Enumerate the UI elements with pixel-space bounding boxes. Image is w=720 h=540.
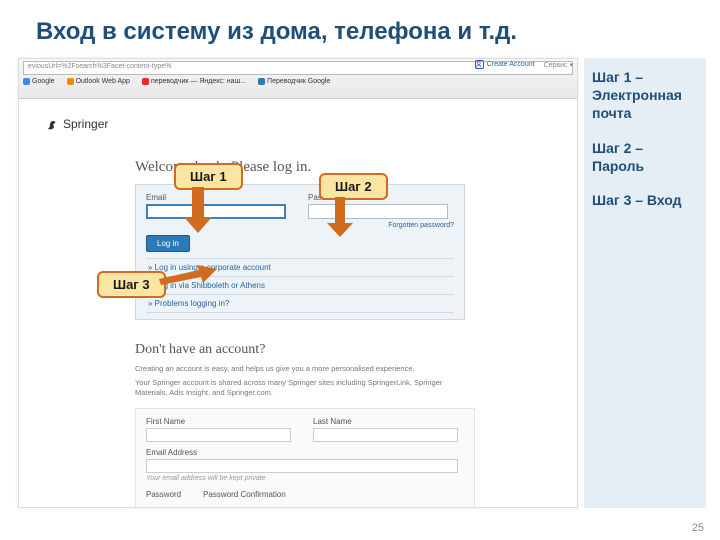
brand-label: Springer <box>63 117 108 131</box>
signup-password-group: Password <box>146 490 181 501</box>
create-account-label: Create Account <box>487 61 535 68</box>
user-plus-icon <box>475 60 484 69</box>
last-name-label: Last Name <box>313 417 458 426</box>
bookmarks-bar: Google Outlook Web App переводчик — Янде… <box>23 78 573 85</box>
browser-chrome: eviousUrl=%2Fsearch%3Facet-content-type%… <box>19 59 577 99</box>
springer-brand[interactable]: Springer <box>45 117 523 131</box>
springer-horse-icon <box>45 117 59 131</box>
service-menu[interactable]: Сервис ▾ <box>544 61 573 69</box>
side-step2: Шаг 2 – Пароль <box>592 139 698 175</box>
bookmark-yandex[interactable]: переводчик — Яндекс: наш... <box>142 78 246 85</box>
first-name-input[interactable] <box>146 428 291 442</box>
alt-problems[interactable]: Problems logging in? <box>146 295 454 313</box>
signup-desc2: Your Springer account is shared across m… <box>135 378 475 398</box>
last-name-input[interactable] <box>313 428 458 442</box>
login-button[interactable]: Log in <box>146 235 190 252</box>
side-step1: Шаг 1 – Электронная почта <box>592 68 698 123</box>
email-address-label: Email Address <box>146 448 464 457</box>
signup-password-confirm-group: Password Confirmation <box>203 490 286 501</box>
first-name-group: First Name <box>146 417 291 442</box>
google-icon <box>23 78 30 85</box>
slide-number: 25 <box>692 522 704 534</box>
callout-step2: Шаг 2 <box>319 173 388 200</box>
springer-page: Springer Welcome back. Please log in. Em… <box>19 99 577 508</box>
screenshot-area: eviousUrl=%2Fsearch%3Facet-content-type%… <box>18 58 578 508</box>
slide-title: Вход в систему из дома, телефона и т.д. <box>0 0 720 58</box>
callout-step1-arrow-icon <box>182 187 222 235</box>
email-address-group: Email Address Your email address will be… <box>146 448 464 482</box>
signup-desc: Creating an account is easy, and helps u… <box>135 364 475 374</box>
callout-step1-label: Шаг 1 <box>174 163 243 190</box>
signup-heading: Don't have an account? <box>135 342 523 358</box>
bookmark-gtranslate[interactable]: Переводчик Google <box>258 78 330 85</box>
bookmark-google[interactable]: Google <box>23 78 55 85</box>
last-name-group: Last Name <box>313 417 458 442</box>
signup-password-label: Password <box>146 490 181 499</box>
outlook-icon <box>67 78 74 85</box>
email-hint: Your email address will be kept private <box>146 475 464 482</box>
callout-step3: Шаг 3 <box>97 271 166 298</box>
email-address-input[interactable] <box>146 459 458 473</box>
bookmark-outlook[interactable]: Outlook Web App <box>67 78 130 85</box>
create-account-link[interactable]: Create Account Сервис ▾ <box>475 60 573 69</box>
callout-step3-label: Шаг 3 <box>97 271 166 298</box>
callout-step2-arrow-icon <box>327 197 361 241</box>
callout-step2-label: Шаг 2 <box>319 173 388 200</box>
signup-box: First Name Last Name Email Address Your … <box>135 408 475 508</box>
content-row: eviousUrl=%2Fsearch%3Facet-content-type%… <box>0 58 720 508</box>
yandex-icon <box>142 78 149 85</box>
first-name-label: First Name <box>146 417 291 426</box>
translate-icon <box>258 78 265 85</box>
callout-step1: Шаг 1 <box>174 163 243 190</box>
signup-password-confirm-label: Password Confirmation <box>203 490 286 499</box>
slide-sidebar: Шаг 1 – Электронная почта Шаг 2 – Пароль… <box>584 58 706 508</box>
side-step3: Шаг 3 – Вход <box>592 191 698 209</box>
callout-step3-arrow-icon <box>159 265 219 287</box>
